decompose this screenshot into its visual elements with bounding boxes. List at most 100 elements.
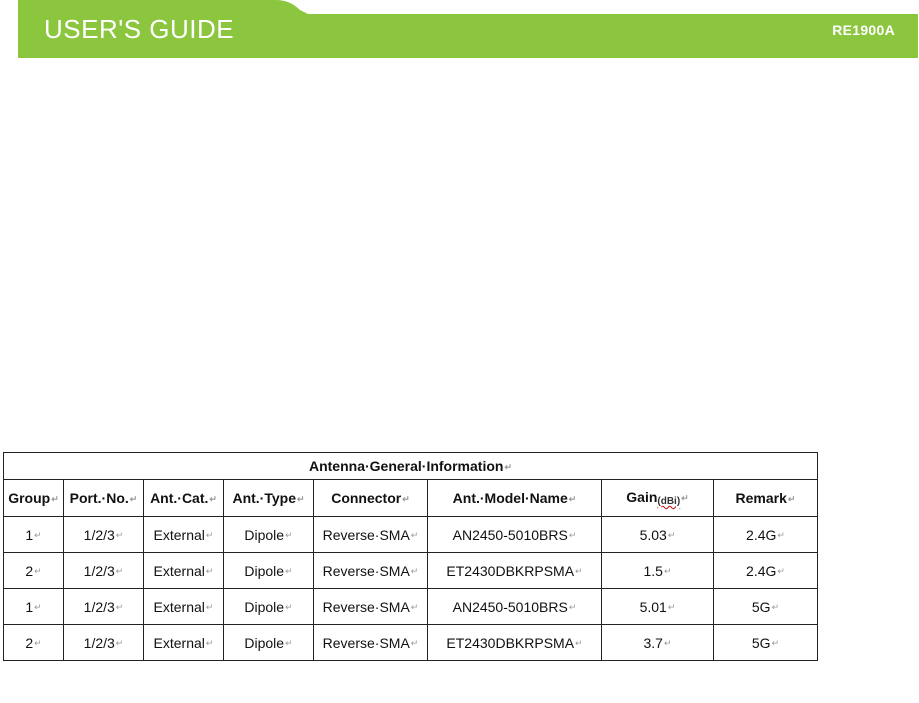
column-header-category: Ant.·Cat.↵ (143, 479, 224, 517)
table-cell: 5G↵ (713, 624, 818, 661)
table-caption: Antenna·General·Information↵ (3, 452, 818, 480)
cell-value: 2 (25, 562, 34, 579)
gain-unit: (dBi) (657, 496, 681, 507)
table-cell: Dipole↵ (223, 588, 314, 625)
cell-value: Reverse·SMA (322, 526, 410, 543)
table-cell: 1/2/3↵ (63, 552, 144, 589)
paragraph-mark-icon: ↵ (575, 566, 583, 577)
table-row: 1↵ 1/2/3↵ External↵ Dipole↵ Reverse·SMA↵ AN24… (3, 588, 818, 625)
cell-value: 1.5 (643, 562, 663, 579)
cell-value: Dipole (244, 562, 285, 579)
table-cell: 1/2/3↵ (63, 588, 144, 625)
table-cell: 1/2/3↵ (63, 516, 144, 553)
antenna-info-table: Antenna·General·Information↵ Group↵ Port… (3, 452, 818, 661)
column-header-port: Port.·No.↵ (63, 479, 144, 517)
paragraph-mark-icon: ↵ (667, 530, 676, 541)
paragraph-mark-icon: ↵ (285, 530, 293, 541)
cell-value: 1/2/3 (83, 598, 115, 615)
paragraph-mark-icon: ↵ (667, 602, 676, 613)
table-cell: 5.01↵ (601, 588, 714, 625)
cell-value: 3.7 (643, 634, 663, 651)
cell-value: External (153, 526, 205, 543)
paragraph-mark-icon: ↵ (34, 638, 42, 649)
paragraph-mark-icon: ↵ (285, 602, 293, 613)
column-header-remark: Remark↵ (713, 479, 818, 517)
cell-value: External (153, 634, 205, 651)
table-cell: 2.4G↵ (713, 516, 818, 553)
paragraph-mark-icon: ↵ (205, 566, 214, 577)
paragraph-mark-icon: ↵ (34, 530, 42, 541)
table-cell: 5G↵ (713, 588, 818, 625)
column-header-group: Group↵ (3, 479, 64, 517)
column-header-connector: Connector↵ (313, 479, 428, 517)
cell-value: External (153, 598, 205, 615)
cell-value: 1/2/3 (83, 634, 115, 651)
paragraph-mark-icon: ↵ (285, 566, 293, 577)
table-cell: External↵ (143, 552, 224, 589)
cell-value: Dipole (244, 634, 285, 651)
table-row: 2↵ 1/2/3↵ External↵ Dipole↵ Reverse·SMA↵ ET24… (3, 552, 818, 589)
cell-value: 1/2/3 (83, 526, 115, 543)
table-cell: ET2430DBKRPSMA↵ (427, 624, 602, 661)
paragraph-mark-icon: ↵ (410, 638, 419, 649)
paragraph-mark-icon: ↵ (771, 638, 780, 649)
table-cell: 3.7↵ (601, 624, 714, 661)
table-caption-text: Antenna·General·Information (308, 458, 504, 474)
antenna-table-wrapper: Antenna·General·Information↵ Group↵ Port… (3, 452, 818, 661)
table-cell: Reverse·SMA↵ (313, 588, 428, 625)
paragraph-mark-icon: ↵ (771, 602, 780, 613)
table-cell: ET2430DBKRPSMA↵ (427, 552, 602, 589)
table-cell: Reverse·SMA↵ (313, 516, 428, 553)
paragraph-mark-icon: ↵ (115, 530, 124, 541)
table-cell: Dipole↵ (223, 552, 314, 589)
cell-value: AN2450-5010BRS (452, 598, 568, 615)
cell-value: 1/2/3 (83, 562, 115, 579)
paragraph-mark-icon: ↵ (285, 638, 293, 649)
paragraph-mark-icon: ↵ (115, 602, 124, 613)
paragraph-mark-icon: ↵ (410, 530, 419, 541)
column-header-gain: Gain(dBi)↵ (601, 479, 714, 517)
paragraph-mark-icon: ↵ (575, 638, 583, 649)
table-cell: 1↵ (3, 588, 64, 625)
table-row: 1↵ 1/2/3↵ External↵ Dipole↵ Reverse·SMA↵ AN24… (3, 516, 818, 553)
paragraph-mark-icon: ↵ (34, 602, 42, 613)
table-cell: 2.4G↵ (713, 552, 818, 589)
paragraph-mark-icon: ↵ (663, 566, 672, 577)
paragraph-mark-icon: ↵ (504, 461, 512, 472)
table-row: 2↵ 1/2/3↵ External↵ Dipole↵ Reverse·SMA↵ ET24… (3, 624, 818, 661)
cell-value: ET2430DBKRPSMA (446, 634, 575, 651)
paragraph-mark-icon: ↵ (663, 638, 672, 649)
paragraph-mark-icon: ↵ (205, 530, 214, 541)
cell-value: 2 (25, 634, 34, 651)
cell-value: 5.03 (639, 526, 667, 543)
table-cell: Dipole↵ (223, 516, 314, 553)
cell-value: AN2450-5010BRS (452, 526, 568, 543)
table-cell: 2↵ (3, 552, 64, 589)
cell-value: 5G (751, 598, 771, 615)
document-title: USER'S GUIDE (44, 14, 235, 44)
paragraph-mark-icon: ↵ (568, 530, 577, 541)
column-header-type: Ant.·Type↵ (223, 479, 314, 517)
paragraph-mark-icon: ↵ (34, 566, 42, 577)
paragraph-mark-icon: ↵ (568, 602, 577, 613)
paragraph-mark-icon: ↵ (410, 566, 419, 577)
table-cell: External↵ (143, 516, 224, 553)
paragraph-mark-icon: ↵ (777, 530, 785, 541)
paragraph-mark-icon: ↵ (115, 566, 124, 577)
cell-value: Reverse·SMA (322, 562, 410, 579)
table-cell: 2↵ (3, 624, 64, 661)
cell-value: 2.4G (746, 526, 777, 543)
paragraph-mark-icon: ↵ (205, 638, 214, 649)
cell-value: 1 (25, 598, 34, 615)
cell-value: 5G (751, 634, 771, 651)
cell-value: ET2430DBKRPSMA (446, 562, 575, 579)
table-cell: External↵ (143, 588, 224, 625)
cell-value: 1 (25, 526, 34, 543)
paragraph-mark-icon: ↵ (410, 602, 419, 613)
cell-value: Dipole (244, 526, 285, 543)
cell-value: Reverse·SMA (322, 598, 410, 615)
paragraph-mark-icon: ↵ (777, 566, 785, 577)
cell-value: Reverse·SMA (322, 634, 410, 651)
table-cell: Dipole↵ (223, 624, 314, 661)
paragraph-mark-icon: ↵ (115, 638, 124, 649)
